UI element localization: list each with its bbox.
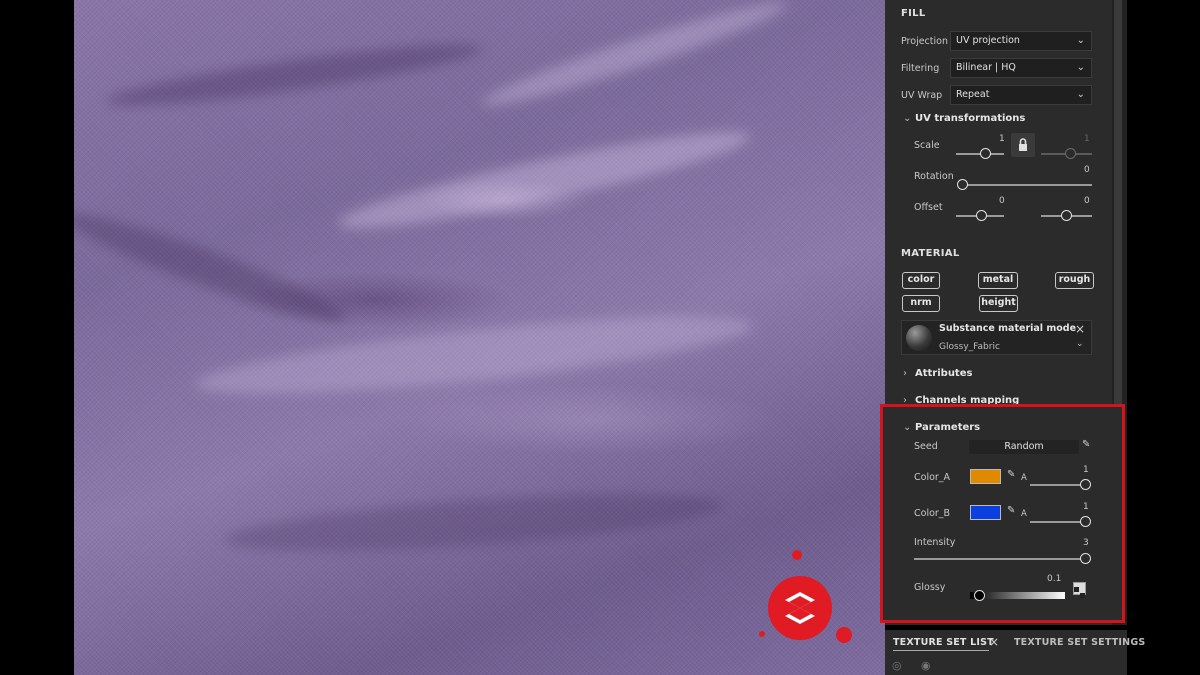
rotation-slider-track[interactable]: [962, 184, 1092, 186]
substance-logo-icon: [759, 550, 852, 643]
attributes-title: Attributes: [915, 368, 973, 379]
attributes-header[interactable]: › Attributes: [903, 368, 972, 379]
material-preview-sphere: [906, 325, 932, 351]
close-icon[interactable]: ×: [1075, 322, 1085, 336]
tab-texture-set-settings[interactable]: TEXTURE SET SETTINGS: [1014, 637, 1145, 648]
offset-slider-2-handle[interactable]: [1061, 210, 1072, 221]
projection-label: Projection: [901, 36, 948, 47]
chevron-right-icon: ›: [903, 368, 907, 379]
filtering-label: Filtering: [901, 63, 940, 74]
chevron-down-icon: ⌄: [903, 113, 912, 124]
scale-slider-1-handle[interactable]: [980, 148, 991, 159]
offset-value-2: 0: [1084, 196, 1090, 206]
scale-lock-button[interactable]: [1011, 133, 1035, 157]
visibility-icon[interactable]: ◎: [892, 659, 902, 672]
chevron-down-icon: ⌄: [1076, 62, 1085, 73]
uv-wrap-label: UV Wrap: [901, 90, 943, 101]
rotation-value: 0: [1084, 165, 1090, 175]
offset-label: Offset: [914, 202, 943, 213]
material-section-title: MATERIAL: [901, 248, 960, 259]
channel-metal-toggle[interactable]: metal: [978, 272, 1018, 289]
tab-texture-set-list[interactable]: TEXTURE SET LIST: [893, 637, 994, 648]
offset-value-1: 0: [999, 196, 1005, 206]
letterbox-right: [1127, 0, 1200, 675]
3d-viewport[interactable]: [74, 0, 885, 675]
material-mode-title: Substance material mode: [939, 323, 1077, 334]
channel-height-toggle[interactable]: height: [979, 295, 1018, 312]
material-mode-selector[interactable]: Substance material mode Glossy_Fabric × …: [901, 320, 1092, 355]
active-tab-indicator: [893, 650, 989, 651]
filtering-dropdown[interactable]: Bilinear | HQ ⌄: [950, 58, 1092, 78]
uv-wrap-value: Repeat: [956, 89, 990, 100]
projection-value: UV projection: [956, 35, 1020, 46]
rotation-label: Rotation: [914, 171, 954, 182]
projection-dropdown[interactable]: UV projection ⌄: [950, 31, 1092, 51]
chevron-down-icon[interactable]: ⌄: [1076, 339, 1084, 349]
letterbox-left: [0, 0, 74, 675]
material-mode-value: Glossy_Fabric: [939, 342, 1000, 352]
scrollbar-thumb[interactable]: [1114, 0, 1122, 440]
uv-transformations-title: UV transformations: [915, 113, 1026, 124]
channel-rough-toggle[interactable]: rough: [1055, 272, 1094, 289]
chevron-down-icon: ⌄: [1076, 35, 1085, 46]
uv-wrap-dropdown[interactable]: Repeat ⌄: [950, 85, 1092, 105]
offset-slider-1-handle[interactable]: [976, 210, 987, 221]
uv-transformations-header[interactable]: ⌄ UV transformations: [903, 113, 1025, 124]
rotation-slider-handle[interactable]: [957, 179, 968, 190]
scale-label: Scale: [914, 140, 940, 151]
chevron-down-icon: ⌄: [1076, 89, 1085, 100]
channel-nrm-toggle[interactable]: nrm: [902, 295, 940, 312]
close-icon[interactable]: ×: [989, 635, 999, 649]
channel-color-toggle[interactable]: color: [902, 272, 940, 289]
eye-icon[interactable]: ◉: [921, 659, 931, 672]
filtering-value: Bilinear | HQ: [956, 62, 1016, 73]
scale-slider-2-handle[interactable]: [1065, 148, 1076, 159]
scale-value-1: 1: [999, 134, 1005, 144]
lock-icon: [1019, 138, 1027, 151]
highlight-box: [880, 404, 1125, 623]
fill-section-title: FILL: [901, 8, 926, 19]
scale-value-2: 1: [1084, 134, 1090, 144]
